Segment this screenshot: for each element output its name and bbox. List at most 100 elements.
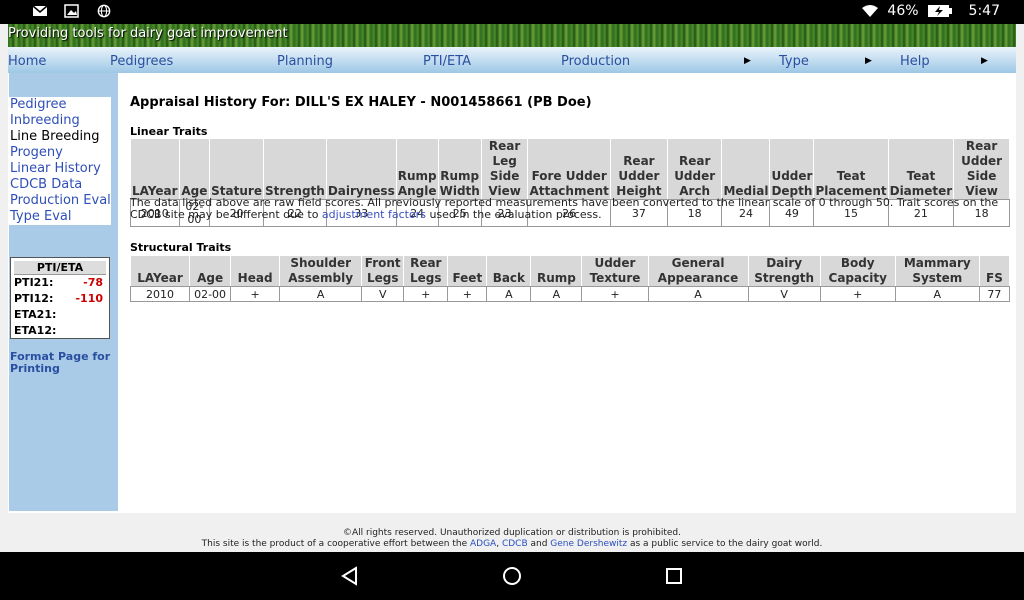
column-header: Back [486, 255, 532, 287]
clock: 5:47 [968, 3, 1000, 19]
eta12-label: ETA12: [14, 324, 57, 337]
wifi-icon [862, 5, 879, 17]
structural-header-row: LAYear Age Head Shoulder Assembly Front Legs… [129, 255, 1011, 287]
table-cell: A [486, 286, 532, 302]
nav-help[interactable]: Help [900, 54, 930, 69]
sidebar-item-progeny[interactable]: Progeny [9, 145, 111, 161]
pti12-row: PTI12: -110 [11, 291, 109, 307]
credits-text-end: as a public service to the dairy goat wo… [627, 539, 823, 549]
sidebar-item-pedigree[interactable]: Pedigree [9, 97, 111, 113]
credits-line: This site is the product of a cooperativ… [8, 539, 1016, 550]
sidebar-item-linear-history[interactable]: Linear History [9, 161, 111, 177]
nav-planning[interactable]: Planning [277, 54, 333, 69]
column-header: Age [189, 255, 232, 287]
pti12-label: PTI12: [14, 292, 54, 305]
column-header: Age [178, 138, 211, 200]
recent-apps-icon[interactable] [665, 567, 683, 585]
sidebar-item-line-breeding[interactable]: Line Breeding [9, 129, 111, 145]
column-header: LAYear [130, 138, 180, 200]
sidebar-item-type-eval[interactable]: Type Eval [9, 209, 111, 225]
table-cell: + [819, 286, 896, 302]
sidebar-menu: Pedigree Inbreeding Line Breeding Progen… [9, 97, 111, 225]
adjustment-factors-link[interactable]: adjustment factors [322, 208, 426, 221]
battery-percent: 46% [887, 3, 919, 19]
column-header: Rear Leg Side View [480, 138, 529, 200]
gene-dershewitz-link[interactable]: Gene Dershewitz [550, 539, 627, 549]
type-submenu-arrow-icon[interactable]: ▶ [865, 56, 872, 66]
pti12-value: -110 [75, 292, 103, 305]
table-cell: 2010 [129, 286, 191, 302]
column-header: Dairy Strength [747, 255, 821, 287]
nav-home[interactable]: Home [8, 54, 46, 69]
help-submenu-arrow-icon[interactable]: ▶ [981, 56, 988, 66]
eta21-label: ETA21: [14, 308, 57, 321]
sidebar-item-cdcb-data[interactable]: CDCB Data [9, 177, 111, 193]
pti-eta-box: PTI/ETA PTI21: -78 PTI12: -110 ETA21: ETA1… [10, 257, 110, 339]
structural-traits-table: LAYear Age Head Shoulder Assembly Front Legs… [129, 255, 1011, 302]
mail-icon [32, 5, 48, 16]
table-cell: V [361, 286, 405, 302]
structural-traits-heading: Structural Traits [130, 241, 232, 254]
browser-viewport: Providing tools for dairy goat improveme… [0, 24, 1024, 552]
table-cell: A [279, 286, 363, 302]
pti21-value: -78 [83, 276, 103, 289]
sidebar-item-production-eval[interactable]: Production Eval [9, 193, 111, 209]
column-header: Rump [530, 255, 583, 287]
android-navigation-bar [0, 552, 1024, 600]
table-cell: 77 [978, 286, 1011, 302]
gallery-icon [64, 4, 79, 18]
column-header: General Appearance [647, 255, 749, 287]
table-cell: A [530, 286, 583, 302]
column-header: Body Capacity [819, 255, 896, 287]
copyright-line: ©All rights reserved. Unauthorized dupli… [342, 528, 681, 538]
site-tagline: Providing tools for dairy goat improveme… [8, 26, 288, 41]
nav-type[interactable]: Type [779, 54, 809, 69]
cdcb-link[interactable]: CDCB [502, 539, 528, 549]
footer: ©All rights reserved. Unauthorized dupli… [8, 528, 1016, 550]
column-header: Rear Legs [403, 255, 449, 287]
credits-text: This site is the product of a cooperativ… [201, 539, 470, 549]
column-header: Shoulder Assembly [279, 255, 363, 287]
column-header: Rear Udder Side View [953, 138, 1010, 200]
eta12-row: ETA12: [11, 323, 109, 339]
linear-traits-heading: Linear Traits [130, 125, 208, 138]
column-header: Dairyness [325, 138, 397, 200]
column-header: Fore Udder Attachment [527, 138, 611, 200]
column-header: Rear Udder Arch [666, 138, 723, 200]
sidebar-item-inbreeding[interactable]: Inbreeding [9, 113, 111, 129]
format-page-link[interactable]: Format Page for Printing [10, 351, 114, 375]
column-header: Rear Udder Height [609, 138, 668, 200]
nav-pti-eta[interactable]: PTI/ETA [423, 54, 471, 69]
table-cell: A [894, 286, 980, 302]
note-text-end: used in the evaluation process. [425, 208, 602, 221]
page-title: Appraisal History For: DILL'S EX HALEY -… [130, 95, 592, 110]
column-header: Teat Diameter [887, 138, 955, 200]
home-icon[interactable] [502, 566, 522, 586]
column-header: Udder Texture [581, 255, 649, 287]
pti-eta-title: PTI/ETA [14, 261, 106, 275]
globe-icon [97, 4, 111, 18]
back-icon[interactable] [340, 566, 360, 586]
site-banner: Providing tools for dairy goat improveme… [8, 24, 1016, 47]
column-header: LAYear [129, 255, 191, 287]
production-submenu-arrow-icon[interactable]: ▶ [744, 56, 751, 66]
column-header: FS [978, 255, 1011, 287]
column-header: Medial [721, 138, 771, 200]
column-header: Strength [262, 138, 327, 200]
column-header: Udder Depth [769, 138, 815, 200]
sidebar: Pedigree Inbreeding Line Breeding Progen… [9, 73, 118, 511]
pti21-row: PTI21: -78 [11, 275, 109, 291]
adga-link[interactable]: ADGA [470, 539, 496, 549]
pti21-label: PTI21: [14, 276, 54, 289]
nav-pedigrees[interactable]: Pedigrees [110, 54, 173, 69]
table-cell: A [647, 286, 749, 302]
nav-production[interactable]: Production [561, 54, 630, 69]
column-header: Rump Angle [395, 138, 439, 200]
table-cell: + [403, 286, 449, 302]
column-header: Teat Placement [813, 138, 889, 200]
credits-and: and [527, 539, 551, 549]
table-cell: + [447, 286, 488, 302]
table-cell: V [747, 286, 821, 302]
table-cell: 02-00 [189, 286, 232, 302]
column-header: Mammary System [894, 255, 980, 287]
